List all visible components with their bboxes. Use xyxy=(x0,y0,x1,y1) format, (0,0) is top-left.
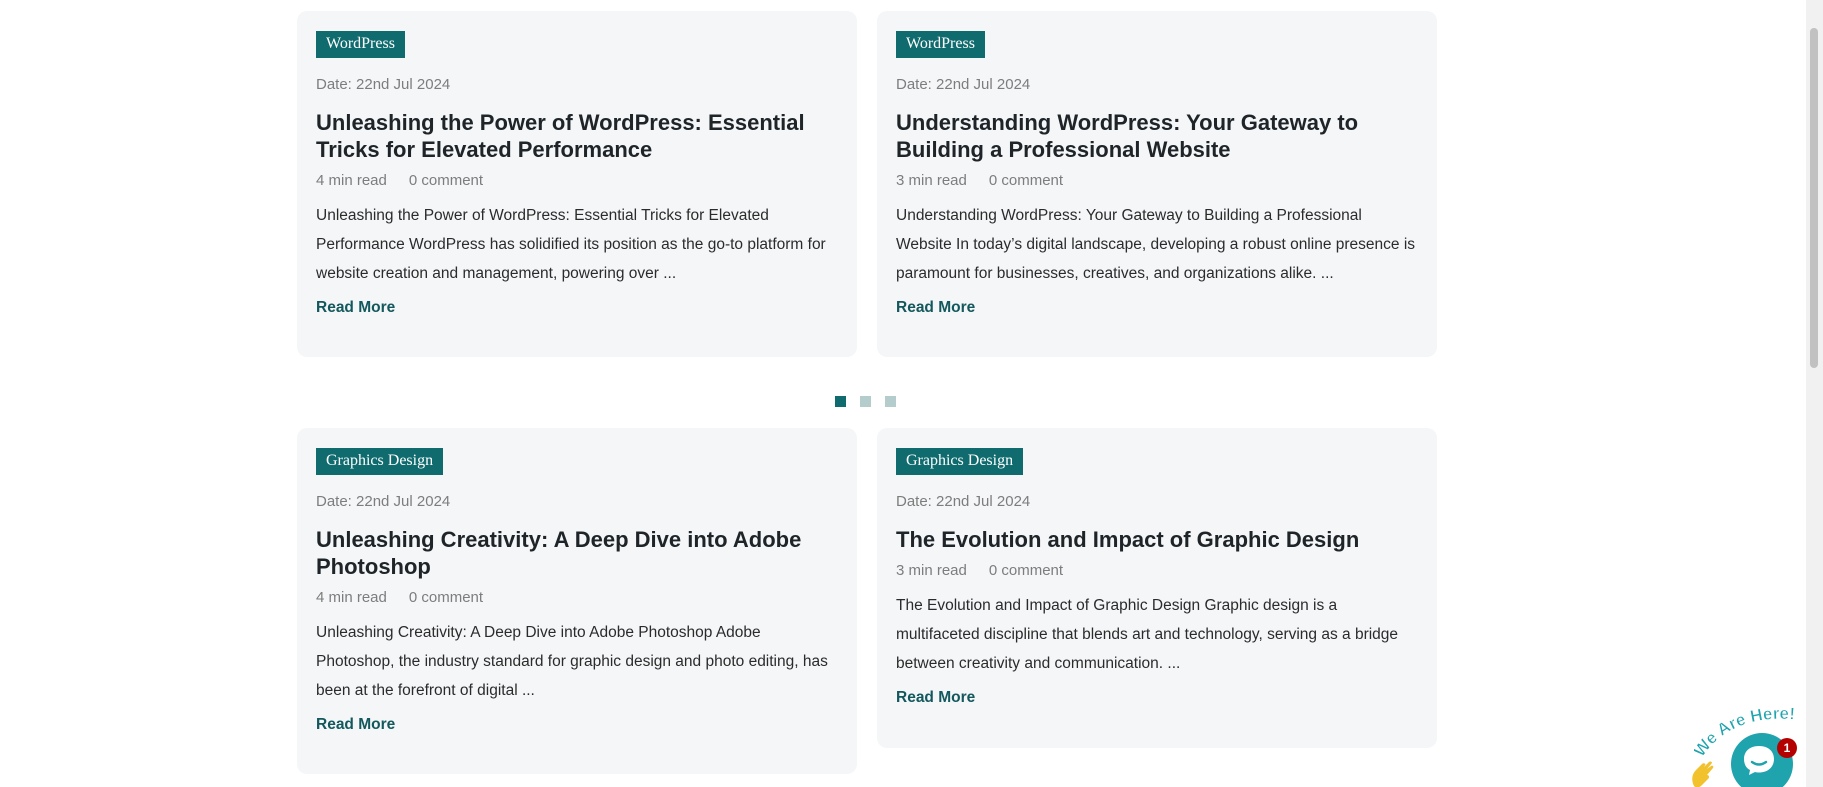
post-card: WordPress Date: 22nd Jul 2024 Understand… xyxy=(877,11,1437,357)
post-card: Graphics Design Date: 22nd Jul 2024 The … xyxy=(877,428,1437,748)
page-scrollbar[interactable] xyxy=(1806,0,1823,787)
post-date: Date: 22nd Jul 2024 xyxy=(316,493,451,510)
category-badge[interactable]: Graphics Design xyxy=(316,448,444,475)
carousel-pagination xyxy=(835,396,896,407)
post-meta: 3 min read 0 comment xyxy=(896,172,1418,189)
read-more-link[interactable]: Read More xyxy=(316,716,395,734)
blog-page: WordPress Date: 22nd Jul 2024 Unleashing… xyxy=(0,0,1823,787)
read-time: 4 min read xyxy=(316,172,387,189)
post-title[interactable]: Unleashing the Power of WordPress: Essen… xyxy=(316,109,838,163)
chat-bubble-icon xyxy=(1744,746,1774,775)
comment-count[interactable]: 0 comment xyxy=(989,562,1063,579)
scrollbar-thumb[interactable] xyxy=(1810,28,1818,368)
comment-count[interactable]: 0 comment xyxy=(409,589,483,606)
read-time: 3 min read xyxy=(896,562,967,579)
carousel-dot[interactable] xyxy=(835,396,846,407)
post-excerpt: Unleashing the Power of WordPress: Essen… xyxy=(316,207,826,282)
post-meta: 4 min read 0 comment xyxy=(316,172,838,189)
post-date: Date: 22nd Jul 2024 xyxy=(896,76,1031,93)
comment-count[interactable]: 0 comment xyxy=(989,172,1063,189)
carousel-dot[interactable] xyxy=(885,396,896,407)
post-date: Date: 22nd Jul 2024 xyxy=(896,493,1031,510)
unread-badge: 1 xyxy=(1777,738,1797,758)
post-title[interactable]: Understanding WordPress: Your Gateway to… xyxy=(896,109,1418,163)
category-badge[interactable]: WordPress xyxy=(896,31,985,58)
post-excerpt: Unleashing Creativity: A Deep Dive into … xyxy=(316,624,828,699)
post-title[interactable]: Unleashing Creativity: A Deep Dive into … xyxy=(316,526,838,580)
post-meta: 3 min read 0 comment xyxy=(896,562,1418,579)
post-meta: 4 min read 0 comment xyxy=(316,589,838,606)
read-time: 4 min read xyxy=(316,589,387,606)
chat-widget[interactable]: We Are Here! 1 xyxy=(1688,700,1816,787)
read-more-link[interactable]: Read More xyxy=(896,299,975,317)
comment-count[interactable]: 0 comment xyxy=(409,172,483,189)
read-more-link[interactable]: Read More xyxy=(316,299,395,317)
post-card: Graphics Design Date: 22nd Jul 2024 Unle… xyxy=(297,428,857,774)
category-badge[interactable]: WordPress xyxy=(316,31,405,58)
waving-hand-icon xyxy=(1692,761,1714,787)
post-excerpt: Understanding WordPress: Your Gateway to… xyxy=(896,207,1416,282)
post-date: Date: 22nd Jul 2024 xyxy=(316,76,451,93)
post-excerpt: The Evolution and Impact of Graphic Desi… xyxy=(896,597,1399,672)
read-more-link[interactable]: Read More xyxy=(896,689,975,707)
post-card: WordPress Date: 22nd Jul 2024 Unleashing… xyxy=(297,11,857,357)
category-badge[interactable]: Graphics Design xyxy=(896,448,1024,475)
carousel-dot[interactable] xyxy=(860,396,871,407)
post-title[interactable]: The Evolution and Impact of Graphic Desi… xyxy=(896,526,1418,553)
read-time: 3 min read xyxy=(896,172,967,189)
